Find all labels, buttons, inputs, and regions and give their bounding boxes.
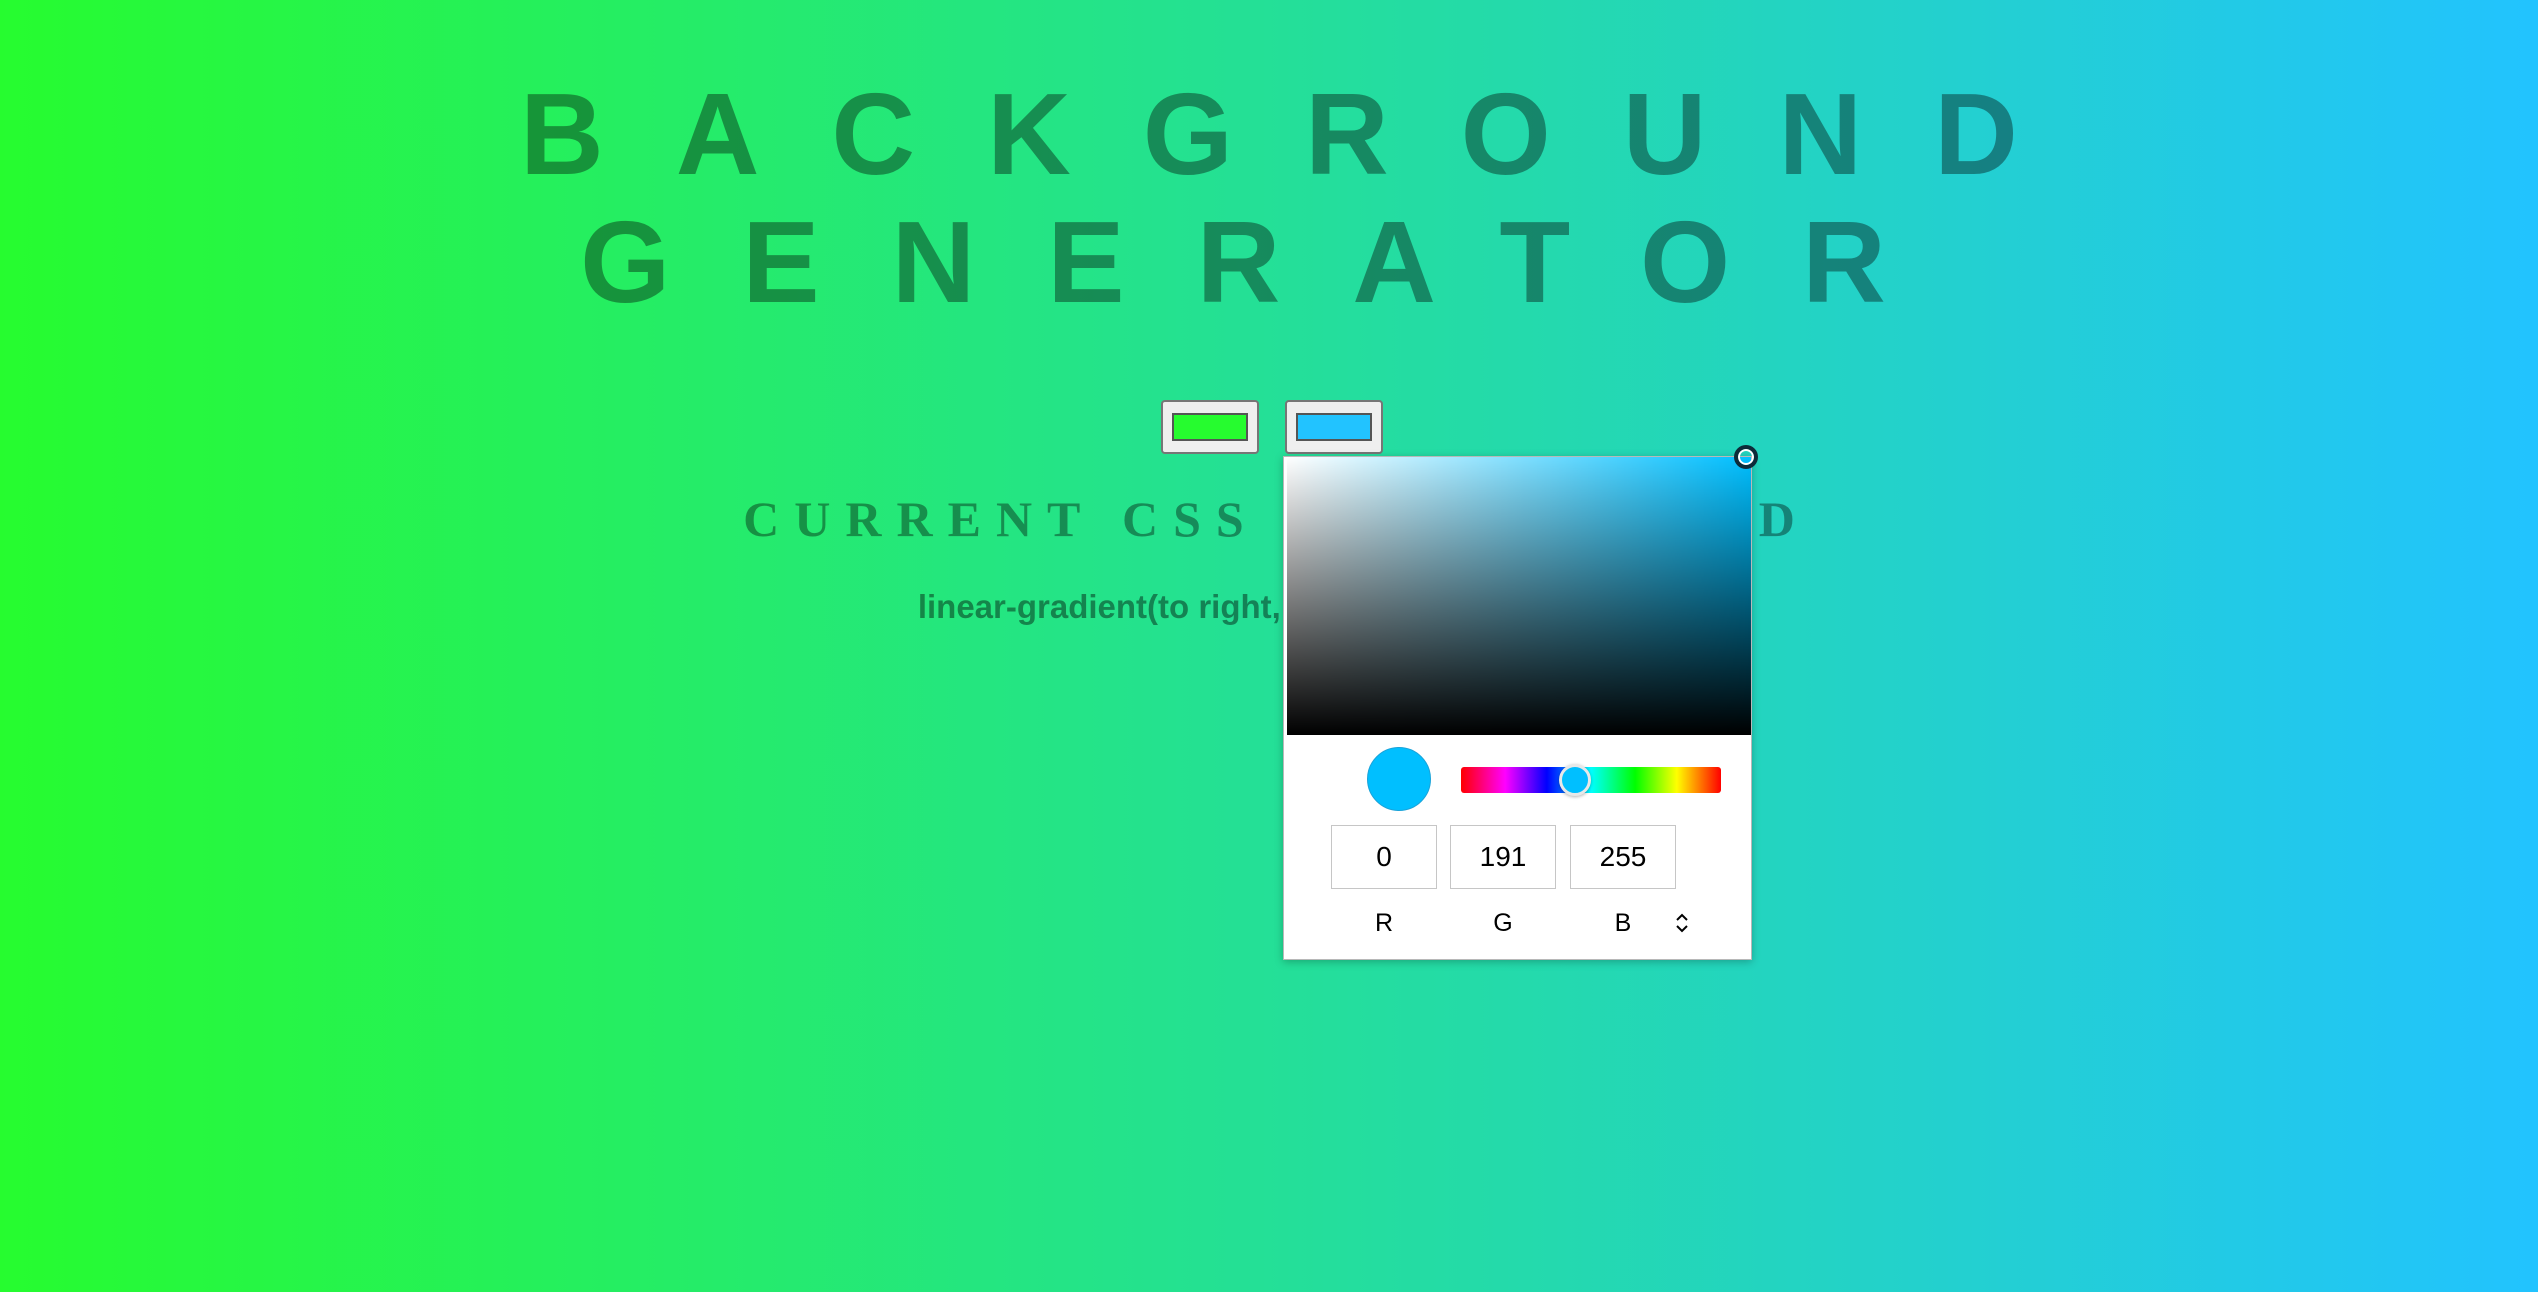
color-input-1-swatch bbox=[1172, 413, 1248, 441]
title-line-2: GENERATOR bbox=[580, 197, 1958, 327]
page-title: BACKGROUND GENERATOR bbox=[0, 70, 2538, 326]
color-input-1[interactable] bbox=[1161, 400, 1259, 454]
hue-slider-handle[interactable] bbox=[1559, 764, 1592, 796]
current-css-heading: CURRENT CSS D bbox=[0, 490, 2538, 548]
blue-label: B bbox=[1614, 909, 1632, 937]
green-value-input[interactable] bbox=[1450, 825, 1556, 889]
saturation-handle[interactable] bbox=[1734, 445, 1758, 469]
blue-value-input[interactable] bbox=[1570, 825, 1676, 889]
current-color-preview bbox=[1367, 747, 1431, 811]
current-css-heading-left: CURRENT CSS bbox=[743, 491, 1259, 547]
mode-toggle-button[interactable] bbox=[1668, 903, 1696, 943]
red-label: R bbox=[1374, 909, 1394, 937]
css-output-text: linear-gradient(to right, rgb( bbox=[0, 588, 2538, 626]
color-input-2[interactable] bbox=[1285, 400, 1383, 454]
color-input-2-swatch bbox=[1296, 413, 1372, 441]
title-line-1: BACKGROUND bbox=[520, 69, 2090, 199]
green-label: G bbox=[1493, 909, 1513, 937]
color-picker-popup: R G B bbox=[1283, 445, 1758, 960]
hue-slider[interactable] bbox=[1461, 764, 1721, 796]
up-down-chevron-icon bbox=[1676, 913, 1688, 933]
current-css-heading-right: D bbox=[1758, 491, 1810, 547]
saturation-brightness-area[interactable] bbox=[1287, 445, 1758, 735]
red-value-input[interactable] bbox=[1331, 825, 1437, 889]
